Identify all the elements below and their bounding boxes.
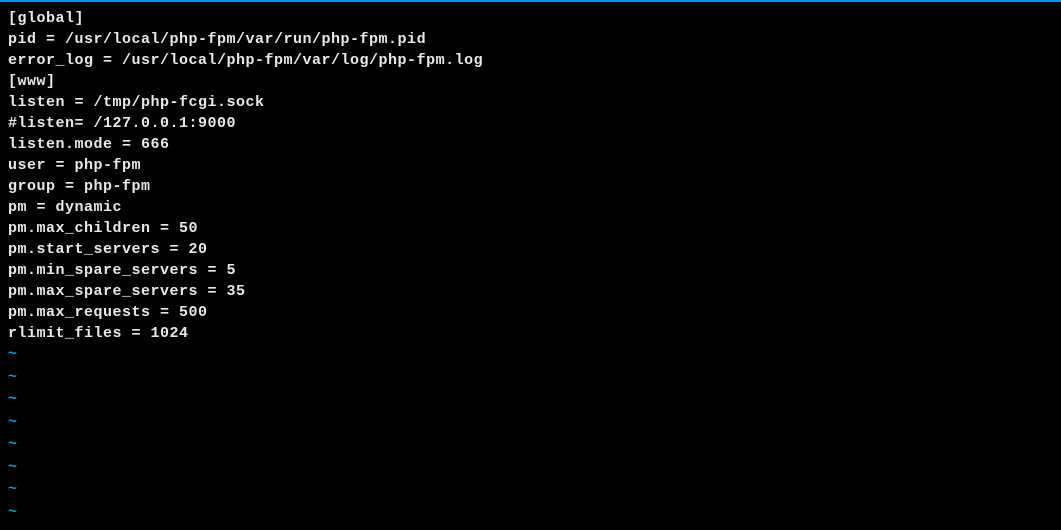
empty-line-tilde: ~ <box>8 479 1053 502</box>
config-line: #listen= /127.0.0.1:9000 <box>8 113 1053 134</box>
config-line: pm.start_servers = 20 <box>8 239 1053 260</box>
empty-line-tilde: ~ <box>8 344 1053 367</box>
config-line: pm.min_spare_servers = 5 <box>8 260 1053 281</box>
config-line: pm.max_requests = 500 <box>8 302 1053 323</box>
empty-line-tilde: ~ <box>8 389 1053 412</box>
empty-line-tilde: ~ <box>8 412 1053 435</box>
config-line: error_log = /usr/local/php-fpm/var/log/p… <box>8 50 1053 71</box>
empty-line-tilde: ~ <box>8 502 1053 525</box>
config-line: pm = dynamic <box>8 197 1053 218</box>
config-line: listen = /tmp/php-fcgi.sock <box>8 92 1053 113</box>
empty-line-tilde: ~ <box>8 367 1053 390</box>
config-line: group = php-fpm <box>8 176 1053 197</box>
config-line: rlimit_files = 1024 <box>8 323 1053 344</box>
config-line: [global] <box>8 8 1053 29</box>
empty-line-tilde: ~ <box>8 434 1053 457</box>
config-line: pm.max_children = 50 <box>8 218 1053 239</box>
config-line: listen.mode = 666 <box>8 134 1053 155</box>
text-editor-viewport[interactable]: [global] pid = /usr/local/php-fpm/var/ru… <box>0 2 1061 530</box>
config-line: pm.max_spare_servers = 35 <box>8 281 1053 302</box>
config-line: user = php-fpm <box>8 155 1053 176</box>
empty-line-tilde: ~ <box>8 457 1053 480</box>
config-line: pid = /usr/local/php-fpm/var/run/php-fpm… <box>8 29 1053 50</box>
config-line: [www] <box>8 71 1053 92</box>
